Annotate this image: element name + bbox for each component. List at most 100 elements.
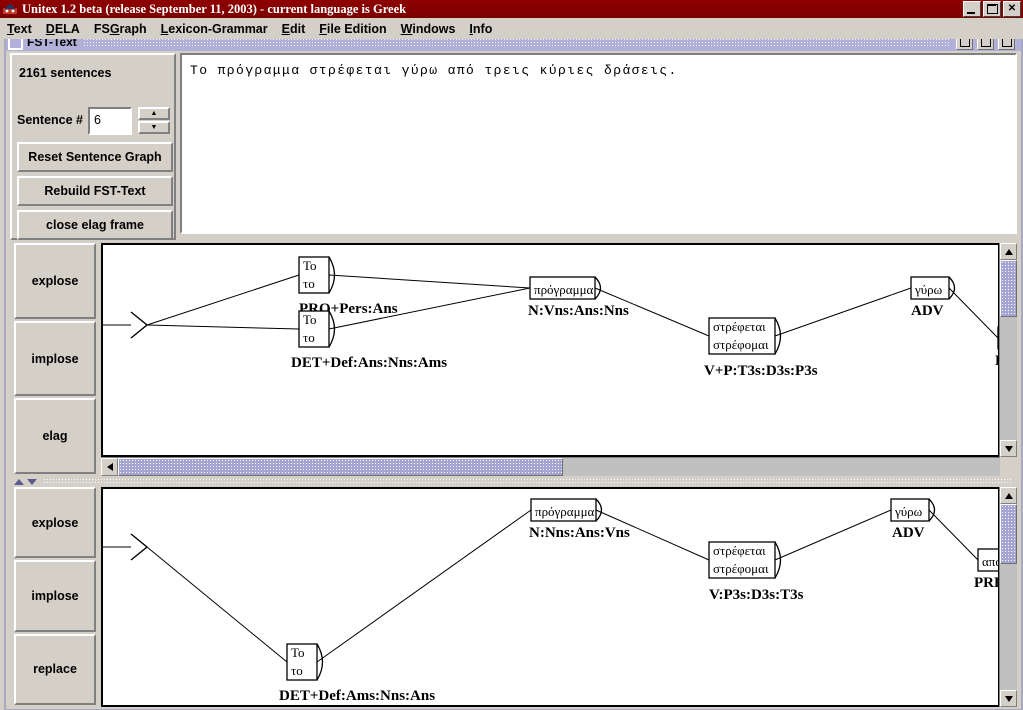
top-graph-vscrollbar[interactable]	[999, 243, 1017, 457]
hscroll-left-button[interactable]	[101, 458, 118, 476]
internal-frame-title: FST-Text	[27, 39, 77, 49]
graph-node-label: γύρω	[894, 504, 923, 519]
graph-node-tag: ADV	[911, 303, 944, 319]
bottom-graph-canvas[interactable]: πρόγραμμα N:Nns:Ans:Vns στρέφεται στρέφομαι…	[101, 487, 1000, 707]
menu-item-file-edition[interactable]: File Edition	[312, 20, 393, 38]
close-button[interactable]: ✕	[1003, 1, 1021, 17]
spinner-down-button[interactable]: ▼	[138, 121, 171, 134]
frame-content: 2161 sentences Sentence # 6 ▲ ▼ Reset Se…	[8, 51, 1019, 707]
graph-node-arrowhead	[948, 276, 956, 300]
top-graph-hscrollbar[interactable]	[101, 457, 1000, 476]
reset-sentence-graph-button[interactable]: Reset Sentence Graph	[17, 142, 173, 172]
vscroll-up-button[interactable]	[1000, 243, 1017, 260]
sentence-number-row: Sentence # 6 ▲ ▼	[17, 107, 171, 135]
bottom-graph-container: πρόγραμμα N:Nns:Ans:Vns στρέφεται στρέφομαι…	[101, 487, 1017, 707]
bottom-graph-vscrollbar[interactable]	[999, 487, 1017, 707]
vscroll-thumb-bottom[interactable]	[1000, 504, 1017, 564]
top-graph-container: Το το PRO+Pers:Ans Το το DET+Def:Ans:Nns:Ams π…	[101, 243, 1017, 476]
graph-node-label: Το	[303, 258, 317, 273]
minimize-button[interactable]	[963, 1, 981, 17]
graph-split-pane: explose implose elag Το το PRO+Pers:Ans Το τ…	[10, 243, 1017, 707]
graph-node-tag: PREP	[974, 575, 1000, 591]
vscroll-down-button-bottom[interactable]	[1000, 690, 1017, 707]
graph-edge	[774, 287, 912, 337]
sentence-count-label: 2161 sentences	[19, 66, 112, 80]
bottom-pane-button-column: explose implose replace	[10, 487, 96, 707]
graph-node-tag: V+P:T3s:D3s:P3s	[704, 363, 818, 379]
maximize-button[interactable]	[983, 1, 1001, 17]
graph-node-label: πρόγραμμα	[535, 504, 595, 519]
graph-edge	[146, 274, 300, 326]
top-graph-canvas[interactable]: Το το PRO+Pers:Ans Το το DET+Def:Ans:Nns:Ams π…	[101, 243, 1000, 457]
sentence-text: Το πρόγραμμα στρέφεται γύρω από τρεις κύ…	[190, 63, 678, 78]
frame-maximize-button[interactable]	[977, 39, 994, 50]
hscroll-track[interactable]	[118, 458, 1000, 476]
bottom-implose-button[interactable]: implose	[14, 560, 96, 632]
bottom-replace-button[interactable]: replace	[14, 633, 96, 705]
scroll-corner	[1000, 458, 1017, 476]
rebuild-fst-text-button[interactable]: Rebuild FST-Text	[17, 176, 173, 206]
graph-node: πρόγραμμα N:Nns:Ans:Vns	[529, 498, 630, 541]
graph-node: πρόγραμμα N:Vns:Ans:Nns	[528, 276, 629, 319]
menu-bar: Text DELA FSGraph Lexicon-Grammar Edit F…	[0, 18, 1023, 39]
vscroll-down-button[interactable]	[1000, 440, 1017, 457]
divider-texture	[43, 478, 1011, 485]
graph-node-label: το	[303, 276, 315, 291]
graph-node-label: στρέφεται	[713, 543, 766, 558]
graph-node-tag: N:Vns:Ans:Nns	[528, 303, 629, 319]
graph-node-label: το	[303, 330, 315, 345]
top-explose-button[interactable]: explose	[14, 243, 96, 319]
title-texture	[82, 39, 950, 46]
divider-collapse-up-icon[interactable]	[14, 478, 24, 485]
graph-node-label: από	[982, 554, 1000, 569]
menu-item-windows[interactable]: Windows	[394, 20, 463, 38]
menu-item-edit[interactable]: Edit	[275, 20, 313, 38]
window-title-bar: Unitex 1.2 beta (release September 11, 2…	[0, 0, 1023, 18]
graph-edge	[774, 509, 892, 561]
graph-node-tag: DET+Def:Ams:Nns:Ans	[279, 688, 435, 704]
frame-system-icon[interactable]	[8, 39, 23, 50]
vscroll-up-button-bottom[interactable]	[1000, 487, 1017, 504]
menu-item-info[interactable]: Info	[462, 20, 499, 38]
top-elag-button[interactable]: elag	[14, 398, 96, 475]
menu-item-text[interactable]: Text	[0, 20, 39, 38]
graph-node-label: το	[291, 663, 303, 678]
sentence-number-spinner: ▲ ▼	[138, 107, 171, 134]
graph-node-tag: V:P3s:D3s:T3s	[709, 587, 804, 603]
desktop-pane: FST-Text 2161 sentences Sentence # 6 ▲ ▼…	[0, 39, 1023, 710]
close-elag-frame-button[interactable]: close elag frame	[17, 210, 173, 240]
vscroll-thumb[interactable]	[1000, 260, 1017, 317]
sentence-number-input[interactable]: 6	[88, 107, 133, 135]
graph-node-arrowhead	[928, 498, 936, 522]
graph-node-label: στρέφομαι	[713, 561, 769, 576]
fst-text-internal-frame: FST-Text 2161 sentences Sentence # 6 ▲ ▼…	[4, 39, 1023, 710]
bottom-explose-button[interactable]: explose	[14, 487, 96, 559]
menu-item-lexicon-grammar[interactable]: Lexicon-Grammar	[154, 20, 275, 38]
menu-item-fsgraph[interactable]: FSGraph	[87, 20, 154, 38]
graph-node-tag: N:Nns:Ans:Vns	[529, 525, 630, 541]
divider-collapse-down-icon[interactable]	[27, 478, 37, 485]
sentence-text-area[interactable]: Το πρόγραμμα στρέφεται γύρω από τρεις κύ…	[180, 53, 1017, 234]
frame-close-button[interactable]	[998, 39, 1015, 50]
internal-frame-title-bar[interactable]: FST-Text	[6, 39, 1021, 51]
vscroll-track-bottom[interactable]	[1000, 504, 1017, 690]
menu-item-dela[interactable]: DELA	[39, 20, 87, 38]
frame-minimize-button[interactable]	[956, 39, 973, 50]
graph-node: ΤοτοPRO+Pers:Ans	[298, 256, 398, 317]
unitex-app-icon	[2, 2, 18, 16]
vscroll-track[interactable]	[1000, 260, 1017, 440]
unitex-application-window: Unitex 1.2 beta (release September 11, 2…	[0, 0, 1023, 710]
graph-node-tag: ADV	[892, 525, 925, 541]
graph-node-label: Το	[291, 645, 305, 660]
graph-node-tag: DET+Def:Ans:Nns:Ams	[291, 355, 447, 371]
graph-edge	[146, 546, 288, 663]
internal-frame-controls	[956, 39, 1015, 50]
spinner-up-button[interactable]: ▲	[138, 107, 171, 120]
top-graph-pane: explose implose elag Το το PRO+Pers:Ans Το τ…	[10, 243, 1017, 476]
top-implose-button[interactable]: implose	[14, 320, 96, 397]
hscroll-thumb[interactable]	[118, 458, 563, 476]
top-pane-button-column: explose implose elag	[10, 243, 96, 476]
graph-node: στρέφεται στρέφομαι V:P3s:D3s:T3s	[708, 541, 804, 603]
graph-node: από PREP	[974, 548, 1000, 591]
split-pane-divider[interactable]	[10, 476, 1017, 487]
